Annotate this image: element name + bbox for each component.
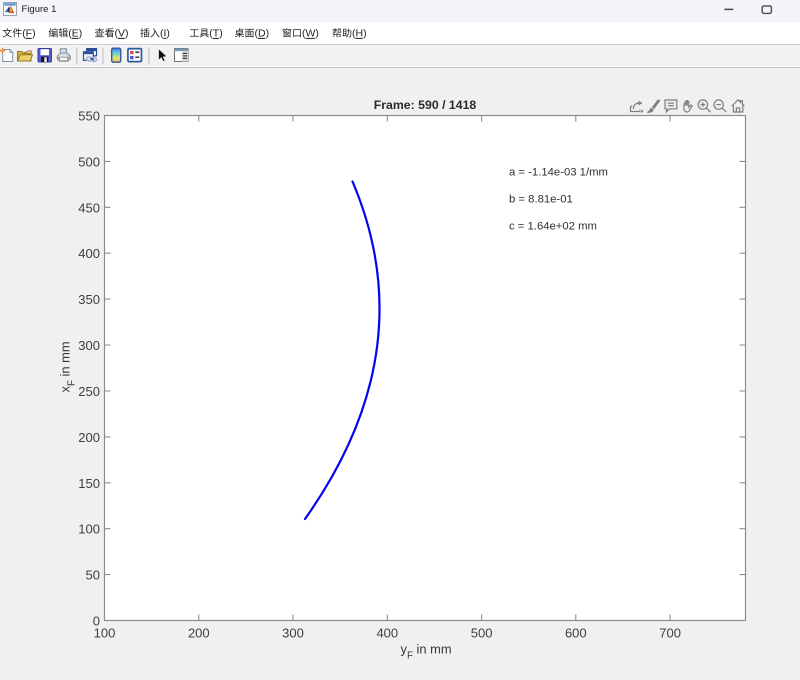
svg-text:400: 400 <box>376 626 398 641</box>
svg-text:150: 150 <box>78 476 100 491</box>
svg-text:700: 700 <box>659 626 681 641</box>
svg-text:350: 350 <box>78 292 100 307</box>
svg-text:200: 200 <box>188 626 210 641</box>
svg-text:550: 550 <box>78 109 100 124</box>
svg-text:600: 600 <box>565 626 587 641</box>
svg-text:50: 50 <box>86 568 100 583</box>
svg-text:500: 500 <box>78 154 100 169</box>
svg-text:100: 100 <box>78 522 100 537</box>
svg-text:yF in mm: yF in mm <box>401 642 452 662</box>
svg-text:Frame: 590 / 1418: Frame: 590 / 1418 <box>374 98 477 112</box>
svg-text:b = 8.81e-01: b = 8.81e-01 <box>509 194 573 206</box>
svg-text:300: 300 <box>78 338 100 353</box>
svg-text:450: 450 <box>78 200 100 215</box>
svg-text:400: 400 <box>78 246 100 261</box>
svg-text:500: 500 <box>471 626 493 641</box>
svg-text:a = -1.14e-03 1/mm: a = -1.14e-03 1/mm <box>509 167 608 179</box>
svg-text:250: 250 <box>78 384 100 399</box>
svg-text:c = 1.64e+02 mm: c = 1.64e+02 mm <box>509 221 597 233</box>
svg-text:200: 200 <box>78 430 100 445</box>
svg-text:xF in mm: xF in mm <box>58 341 78 392</box>
svg-text:0: 0 <box>93 614 100 629</box>
svg-text:300: 300 <box>282 626 304 641</box>
